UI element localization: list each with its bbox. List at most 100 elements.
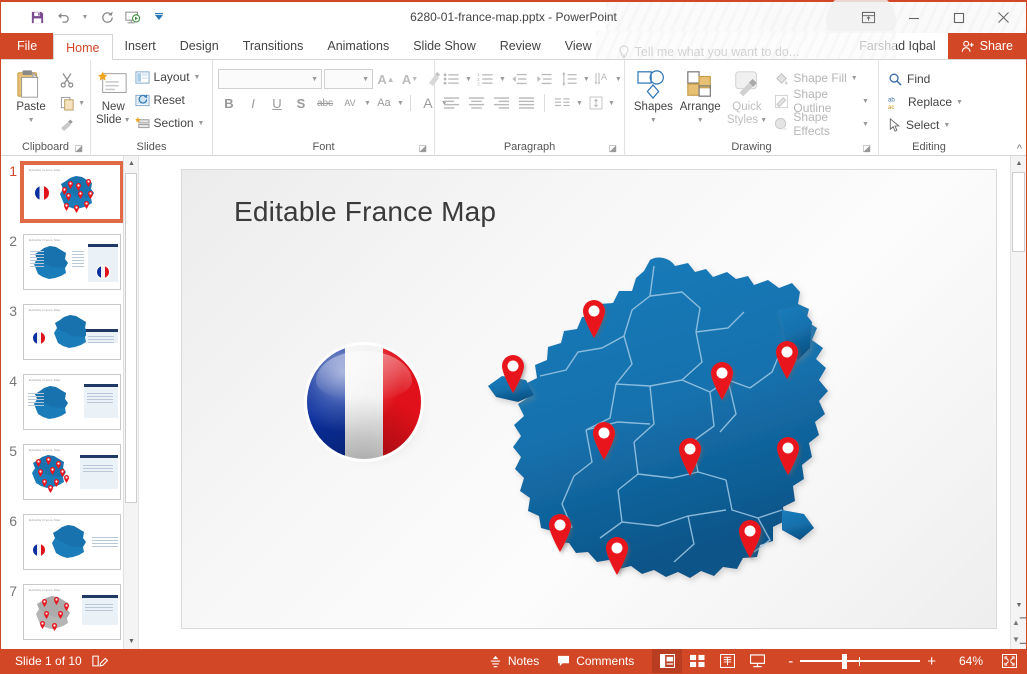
- underline-button[interactable]: U: [266, 92, 288, 114]
- align-text-dropdown-icon[interactable]: ▼: [608, 100, 615, 107]
- replace-dropdown-icon[interactable]: ▼: [956, 99, 963, 106]
- character-spacing-dropdown-icon[interactable]: ▼: [364, 100, 371, 107]
- paragraph-dialog-launcher[interactable]: ◪: [608, 141, 617, 155]
- slide-thumbnail-6[interactable]: Editable France Map: [23, 514, 121, 570]
- paste-button[interactable]: Paste ▼: [6, 65, 56, 127]
- new-slide-button[interactable]: New Slide ▼: [96, 65, 131, 127]
- shape-fill-dropdown-icon[interactable]: ▼: [851, 75, 858, 82]
- france-flag-sphere[interactable]: [304, 342, 432, 468]
- minimize-icon[interactable]: [891, 2, 936, 33]
- next-slide-button[interactable]: ▼▁: [1011, 631, 1026, 648]
- shape-effects-button[interactable]: Shape Effects ▼: [770, 110, 873, 138]
- justify-icon[interactable]: [515, 92, 538, 114]
- align-left-icon[interactable]: [440, 92, 463, 114]
- arrange-dropdown-icon[interactable]: ▼: [697, 114, 704, 127]
- thumbnails-scroll-up-icon[interactable]: ▲: [124, 156, 138, 171]
- reset-button[interactable]: Reset: [131, 89, 209, 111]
- thumbnails-scrollbar[interactable]: ▲ ▼: [123, 156, 138, 649]
- paste-dropdown-icon[interactable]: ▼: [28, 114, 35, 127]
- slide-thumbnail-2[interactable]: Editable France Map: [23, 234, 121, 290]
- slide-thumbnail-3[interactable]: Editable France Map: [23, 304, 121, 360]
- slide-thumbnail-4[interactable]: Editable France Map: [23, 374, 121, 430]
- tab-home[interactable]: Home: [53, 34, 113, 60]
- slide-thumbnail-7[interactable]: Editable France Map: [23, 584, 121, 640]
- notes-button[interactable]: Notes: [489, 654, 539, 668]
- change-case-button[interactable]: Aa: [373, 92, 395, 114]
- align-text-icon[interactable]: [585, 92, 608, 114]
- zoom-slider-handle[interactable]: [842, 654, 848, 669]
- canvas-scroll-thumb[interactable]: [1012, 172, 1025, 252]
- notes-edit-icon[interactable]: [92, 654, 108, 668]
- find-button[interactable]: Find: [884, 68, 967, 90]
- slide-thumbnail-item[interactable]: 7 Editable France Map: [1, 584, 138, 640]
- columns-dropdown-icon[interactable]: ▼: [576, 100, 583, 107]
- shape-outline-button[interactable]: Shape Outline ▼: [770, 87, 873, 115]
- tab-design[interactable]: Design: [168, 33, 231, 59]
- italic-button[interactable]: I: [242, 92, 264, 114]
- numbering-dropdown-icon[interactable]: ▼: [499, 76, 506, 83]
- numbering-icon[interactable]: 123: [474, 68, 497, 90]
- format-painter-icon[interactable]: [56, 115, 78, 137]
- close-icon[interactable]: [981, 2, 1026, 33]
- slide-sorter-view-button[interactable]: [682, 649, 712, 673]
- strikethrough-button[interactable]: abc: [314, 92, 336, 114]
- undo-icon[interactable]: [51, 7, 75, 29]
- tab-transitions[interactable]: Transitions: [231, 33, 316, 59]
- tab-file[interactable]: File: [1, 33, 54, 59]
- slide-thumbnail-item[interactable]: 4 Editable France Map: [1, 374, 138, 430]
- start-presentation-icon[interactable]: [121, 7, 145, 29]
- zoom-slider[interactable]: [800, 649, 921, 673]
- fit-to-window-button[interactable]: [996, 654, 1022, 668]
- quick-styles-button[interactable]: Quick Styles ▼: [724, 65, 771, 127]
- change-case-dropdown-icon[interactable]: ▼: [397, 100, 404, 107]
- copy-dropdown-icon[interactable]: ▼: [78, 100, 85, 107]
- thumbnails-scroll-thumb[interactable]: [125, 173, 137, 503]
- slide-thumbnail-5[interactable]: Editable France Map: [23, 444, 121, 500]
- shape-fill-button[interactable]: Shape Fill ▼: [770, 67, 873, 89]
- new-slide-dropdown-icon[interactable]: ▼: [124, 114, 131, 127]
- slide-thumbnail-item[interactable]: 3 Editable France Map: [1, 304, 138, 360]
- thumbnails-scroll-down-icon[interactable]: ▼: [124, 634, 138, 649]
- columns-icon[interactable]: [551, 92, 574, 114]
- grow-font-icon[interactable]: A ▲: [375, 68, 397, 90]
- shapes-dropdown-icon[interactable]: ▼: [650, 114, 657, 127]
- shrink-font-icon[interactable]: A ▼: [399, 68, 421, 90]
- text-direction-dropdown-icon[interactable]: ▼: [615, 76, 622, 83]
- section-button[interactable]: Section ▼: [131, 112, 209, 134]
- bold-button[interactable]: B: [218, 92, 240, 114]
- layout-dropdown-icon[interactable]: ▼: [194, 74, 201, 81]
- align-center-icon[interactable]: [465, 92, 488, 114]
- tab-animations[interactable]: Animations: [315, 33, 401, 59]
- slide-title[interactable]: Editable France Map: [234, 196, 496, 228]
- character-spacing-button[interactable]: AV: [338, 92, 362, 114]
- font-dialog-launcher[interactable]: ◪: [418, 141, 427, 155]
- bullets-dropdown-icon[interactable]: ▼: [465, 76, 472, 83]
- zoom-in-button[interactable]: +: [927, 653, 936, 670]
- reading-view-button[interactable]: [712, 649, 742, 673]
- ribbon-display-options-icon[interactable]: [846, 2, 891, 33]
- quick-styles-dropdown-icon[interactable]: ▼: [760, 114, 767, 127]
- previous-slide-button[interactable]: ▲▔: [1011, 614, 1026, 631]
- shapes-button[interactable]: Shapes ▼: [630, 65, 677, 127]
- save-icon[interactable]: [25, 7, 49, 29]
- slide-thumbnail-item[interactable]: 2 Editable France Map: [1, 234, 138, 290]
- drawing-dialog-launcher[interactable]: ◪: [862, 141, 871, 155]
- slide-indicator[interactable]: Slide 1 of 10: [15, 654, 82, 668]
- canvas-scroll-up-icon[interactable]: ▲: [1011, 156, 1026, 171]
- align-right-icon[interactable]: [490, 92, 513, 114]
- line-spacing-icon[interactable]: [558, 68, 581, 90]
- tab-slide-show[interactable]: Slide Show: [401, 33, 488, 59]
- arrange-button[interactable]: Arrange ▼: [677, 65, 724, 127]
- clipboard-dialog-launcher[interactable]: ◪: [74, 141, 83, 155]
- slide-thumbnail-item[interactable]: 5 Editable France Map: [1, 444, 138, 500]
- replace-button[interactable]: ab ac Replace ▼: [884, 91, 967, 113]
- slide-thumbnail-item[interactable]: 6 Editable France Map: [1, 514, 138, 570]
- select-button[interactable]: Select ▼: [884, 114, 967, 136]
- line-spacing-dropdown-icon[interactable]: ▼: [583, 76, 590, 83]
- slide-thumbnail-1[interactable]: Editable France Map: [20, 161, 124, 223]
- slide-canvas[interactable]: Editable France Map: [181, 169, 997, 629]
- collapse-ribbon-icon[interactable]: ^: [1017, 143, 1022, 155]
- cut-icon[interactable]: [56, 69, 78, 91]
- copy-icon[interactable]: [56, 92, 78, 114]
- text-shadow-button[interactable]: S: [290, 92, 312, 114]
